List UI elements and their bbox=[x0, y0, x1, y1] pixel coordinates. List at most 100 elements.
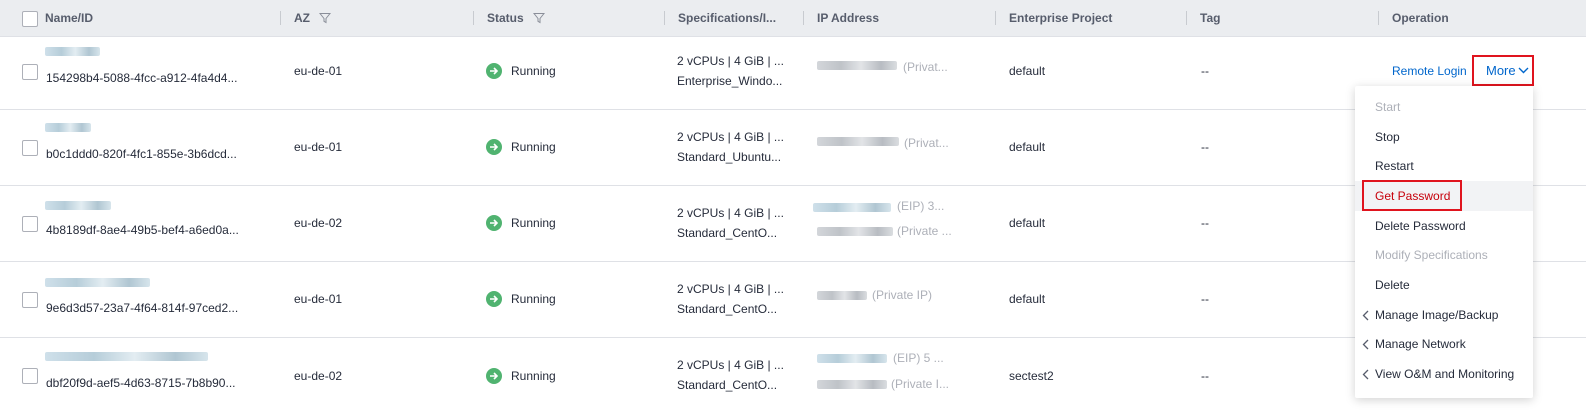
ip-type: (EIP) 3... bbox=[897, 199, 945, 213]
menu-item-label: Manage Network bbox=[1375, 337, 1466, 351]
chevron-left-icon bbox=[1362, 310, 1369, 321]
az-value: eu-de-02 bbox=[294, 216, 343, 230]
menu-item-manage-image-backup[interactable]: Manage Image/Backup bbox=[1355, 300, 1533, 330]
ip-redacted bbox=[817, 291, 867, 300]
row-checkbox[interactable] bbox=[22, 216, 38, 232]
spec-image: Standard_Ubuntu... bbox=[677, 150, 782, 164]
col-name-id: Name/ID bbox=[45, 0, 93, 36]
column-separator bbox=[473, 11, 474, 25]
chevron-down-icon bbox=[1518, 67, 1529, 74]
status-text: Running bbox=[511, 64, 556, 78]
menu-item-manage-network[interactable]: Manage Network bbox=[1355, 329, 1533, 359]
status-text: Running bbox=[511, 140, 556, 154]
col-ip-address: IP Address bbox=[803, 0, 879, 36]
ip-type: (Privat... bbox=[903, 60, 948, 74]
menu-item-label: Modify Specifications bbox=[1375, 248, 1488, 262]
col-status[interactable]: Status bbox=[473, 0, 546, 36]
ip-type: (Privat... bbox=[904, 136, 949, 150]
col-tag: Tag bbox=[1186, 0, 1221, 36]
menu-item-label: Stop bbox=[1375, 130, 1400, 144]
row-checkbox[interactable] bbox=[22, 140, 38, 156]
column-separator bbox=[995, 11, 996, 25]
instance-id: 9e6d3d57-23a7-4f64-814f-97ced2... bbox=[46, 301, 239, 315]
eip-redacted bbox=[817, 354, 887, 363]
ip-redacted bbox=[817, 380, 887, 389]
more-button-label: More bbox=[1486, 63, 1516, 78]
instance-name-redacted[interactable] bbox=[45, 278, 150, 287]
filter-icon[interactable] bbox=[319, 12, 332, 24]
menu-item-start[interactable]: Start bbox=[1355, 92, 1533, 122]
menu-item-stop[interactable]: Stop bbox=[1355, 122, 1533, 152]
column-separator bbox=[280, 11, 281, 25]
status-text: Running bbox=[511, 216, 556, 230]
menu-item-label: Start bbox=[1375, 100, 1401, 114]
column-separator bbox=[1186, 11, 1187, 25]
col-az-label: AZ bbox=[294, 11, 310, 25]
enterprise-project-value: default bbox=[1009, 292, 1046, 306]
get-password-highlight-box bbox=[1362, 180, 1462, 211]
tag-value: -- bbox=[1201, 292, 1209, 306]
menu-item-delete-password[interactable]: Delete Password bbox=[1355, 211, 1533, 241]
spec-image: Standard_CentO... bbox=[677, 226, 778, 240]
row-checkbox[interactable] bbox=[22, 292, 38, 308]
status-text: Running bbox=[511, 292, 556, 306]
running-status-icon bbox=[486, 291, 502, 307]
ip-type-secondary: (Private I... bbox=[891, 377, 950, 391]
row-checkbox[interactable] bbox=[22, 64, 38, 80]
running-status-icon bbox=[486, 368, 502, 384]
spec-flavor: 2 vCPUs | 4 GiB | ... bbox=[677, 282, 784, 296]
instance-id: dbf20f9d-aef5-4d63-8715-7b8b90... bbox=[46, 376, 236, 390]
instance-name-redacted[interactable] bbox=[45, 47, 100, 56]
col-project-label: Enterprise Project bbox=[1009, 11, 1113, 25]
instance-name-redacted[interactable] bbox=[45, 123, 91, 132]
instance-id: b0c1ddd0-820f-4fc1-855e-3b6dcd... bbox=[46, 147, 237, 161]
spec-flavor: 2 vCPUs | 4 GiB | ... bbox=[677, 358, 784, 372]
col-enterprise-project: Enterprise Project bbox=[995, 0, 1113, 36]
menu-item-label: Delete bbox=[1375, 278, 1410, 292]
running-status-icon bbox=[486, 215, 502, 231]
ip-redacted bbox=[817, 137, 899, 146]
col-az[interactable]: AZ bbox=[280, 0, 332, 36]
more-button[interactable]: More bbox=[1472, 55, 1534, 86]
instance-name-redacted[interactable] bbox=[45, 201, 111, 210]
more-dropdown-menu: Start Stop Restart Get Password Delete P… bbox=[1355, 86, 1533, 398]
ip-redacted bbox=[817, 227, 893, 236]
col-spec-label: Specifications/I... bbox=[678, 11, 777, 25]
col-tag-label: Tag bbox=[1200, 11, 1221, 25]
ip-type-secondary: (Private ... bbox=[897, 224, 952, 238]
tag-value: -- bbox=[1201, 64, 1209, 78]
remote-login-link[interactable]: Remote Login bbox=[1392, 64, 1467, 78]
row-checkbox[interactable] bbox=[22, 368, 38, 384]
spec-flavor: 2 vCPUs | 4 GiB | ... bbox=[677, 206, 784, 220]
instance-name-redacted[interactable] bbox=[45, 352, 208, 361]
column-separator bbox=[803, 11, 804, 25]
instance-id: 4b8189df-8ae4-49b5-bef4-a6ed0a... bbox=[46, 223, 239, 237]
spec-flavor: 2 vCPUs | 4 GiB | ... bbox=[677, 54, 784, 68]
filter-icon[interactable] bbox=[533, 12, 546, 24]
table-row: 154298b4-5088-4fcc-a912-4fa4d4... eu-de-… bbox=[0, 33, 1586, 110]
enterprise-project-value: default bbox=[1009, 64, 1046, 78]
table-row: 4b8189df-8ae4-49b5-bef4-a6ed0a... eu-de-… bbox=[0, 185, 1586, 262]
enterprise-project-value: sectest2 bbox=[1009, 369, 1054, 383]
enterprise-project-value: default bbox=[1009, 140, 1046, 154]
enterprise-project-value: default bbox=[1009, 216, 1046, 230]
tag-value: -- bbox=[1201, 140, 1209, 154]
menu-item-view-om-monitoring[interactable]: View O&M and Monitoring bbox=[1355, 359, 1533, 389]
chevron-left-icon bbox=[1362, 369, 1369, 380]
menu-item-modify-specifications[interactable]: Modify Specifications bbox=[1355, 240, 1533, 270]
tag-value: -- bbox=[1201, 216, 1209, 230]
az-value: eu-de-01 bbox=[294, 292, 343, 306]
ip-redacted bbox=[817, 61, 897, 70]
select-all-checkbox[interactable] bbox=[22, 11, 38, 27]
col-operation: Operation bbox=[1378, 0, 1449, 36]
menu-item-label: View O&M and Monitoring bbox=[1375, 367, 1515, 381]
ip-type: (Private IP) bbox=[872, 288, 933, 302]
column-separator bbox=[664, 11, 665, 25]
menu-item-restart[interactable]: Restart bbox=[1355, 151, 1533, 181]
menu-item-delete[interactable]: Delete bbox=[1355, 270, 1533, 300]
menu-item-label: Manage Image/Backup bbox=[1375, 308, 1499, 322]
az-value: eu-de-02 bbox=[294, 369, 343, 383]
spec-image: Enterprise_Windo... bbox=[677, 74, 783, 88]
ip-type: (EIP) 5 ... bbox=[893, 351, 944, 365]
col-operation-label: Operation bbox=[1392, 11, 1449, 25]
